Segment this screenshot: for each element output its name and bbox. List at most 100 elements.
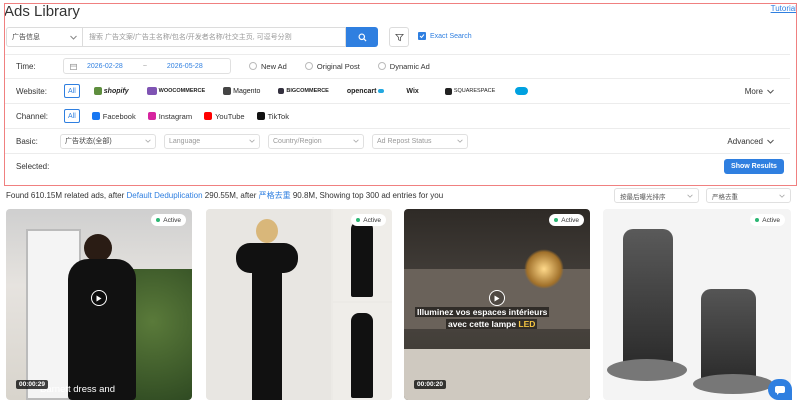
chat-support-button[interactable] (768, 379, 792, 400)
results-prefix: Found 610.15M related ads, after (6, 191, 127, 200)
channel-all-chip[interactable]: All (64, 109, 80, 123)
website-label: Website: (16, 86, 47, 96)
search-icon (357, 32, 367, 42)
ad-thumbnail-figure (701, 289, 756, 384)
original-post-label: Original Post (316, 61, 360, 71)
channel-youtube[interactable]: YouTube (204, 112, 245, 121)
search-button[interactable] (346, 27, 378, 47)
default-dedup-link[interactable]: Default Deduplication (127, 191, 203, 200)
filter-icon (394, 33, 404, 41)
ad-thumbnail-head (84, 234, 112, 262)
opencart-label: opencart (346, 87, 377, 95)
divider (5, 78, 790, 79)
search-input[interactable]: 搜索 广告文案/广告主名称/包名/开发者名称/社交主页, 可逗号分割 (83, 27, 346, 47)
language-placeholder: Language (169, 137, 201, 145)
woocommerce-icon (146, 87, 157, 95)
salesforce-icon (515, 87, 529, 95)
magento-label: Magento (233, 87, 261, 95)
strict-dedup-link[interactable]: 严格去重 (259, 191, 291, 200)
video-duration: 00:00:20 (414, 380, 447, 389)
website-squarespace[interactable]: SQUARESPACE (444, 87, 495, 95)
check-icon (419, 34, 425, 39)
bigcommerce-icon (278, 88, 285, 94)
chevron-down-icon (767, 89, 774, 94)
website-all-chip[interactable]: All (64, 84, 80, 98)
channel-row: Channel: All Facebook Instagram YouTube … (5, 108, 790, 124)
selected-row: Selected: (5, 159, 790, 174)
ad-thumbnail-dress (252, 259, 282, 400)
sort-value: 按最后曝光排序 (620, 193, 666, 201)
status-label: Active (163, 216, 181, 224)
results-summary: Found 610.15M related ads, after Default… (6, 190, 443, 201)
chevron-down-icon (779, 194, 785, 198)
ad-thumbnail-base (607, 359, 687, 381)
channel-facebook[interactable]: Facebook (91, 112, 136, 121)
chevron-down-icon (70, 35, 77, 40)
exact-search-label: Exact Search (430, 32, 472, 40)
chevron-down-icon (457, 139, 463, 143)
ad-repost-select[interactable]: Ad Repost Status (372, 133, 468, 149)
magento-icon (223, 87, 232, 95)
search-bar: 广告信息 搜索 广告文案/广告主名称/包名/开发者名称/社交主页, 可逗号分割 (6, 27, 481, 47)
status-label: Active (363, 216, 381, 224)
video-caption: Barnett dress and (40, 384, 115, 395)
wix-label: Wix (406, 87, 419, 95)
more-label: More (744, 86, 763, 96)
channel-instagram[interactable]: Instagram (147, 112, 192, 121)
status-label: Active (762, 216, 780, 224)
date-separator: ~ (142, 62, 147, 70)
active-dot-icon (755, 218, 760, 222)
website-magento[interactable]: Magento (223, 87, 260, 95)
dedup-count: 290.55M, after (202, 191, 259, 200)
play-button[interactable] (91, 290, 107, 306)
website-row: Website: All shopify WOOCOMMERCE Magento… (5, 83, 790, 99)
chevron-down-icon (145, 139, 151, 143)
search-type-select[interactable]: 广告信息 (6, 27, 83, 47)
advanced-button[interactable]: Advanced (727, 137, 774, 146)
website-more-button[interactable]: More (745, 87, 774, 96)
play-button[interactable] (489, 290, 505, 306)
time-label: Time: (16, 61, 36, 71)
tiktok-icon (256, 112, 265, 120)
date-range-picker[interactable]: 2026-02-28 ~ 2026-05-28 (63, 58, 231, 74)
ad-card[interactable]: Active (603, 209, 791, 400)
website-salesforce[interactable] (515, 87, 529, 95)
exact-search-checkbox[interactable] (418, 32, 426, 40)
play-icon (494, 295, 500, 301)
dynamic-ad-option[interactable]: Dynamic Ad (377, 61, 430, 71)
ad-card[interactable]: Active Illuminez vos espaces intérieurs … (404, 209, 590, 400)
ad-status-select[interactable]: 广告状态(全部) (60, 133, 156, 149)
channel-tiktok[interactable]: TikTok (256, 112, 289, 121)
divider (5, 103, 790, 104)
divider (5, 128, 790, 129)
play-icon (96, 295, 102, 301)
status-badge: Active (549, 214, 584, 226)
filter-button[interactable] (389, 27, 409, 47)
sort-select[interactable]: 按最后曝光排序 (614, 188, 699, 203)
radio-icon (304, 62, 313, 70)
website-wix[interactable]: Wix (406, 88, 418, 95)
instagram-icon (147, 112, 156, 120)
website-bigcommerce[interactable]: BIGCOMMERCE (278, 88, 329, 94)
website-woocommerce[interactable]: WOOCOMMERCE (146, 87, 205, 95)
website-opencart[interactable]: opencart (347, 88, 385, 95)
chevron-down-icon (767, 139, 774, 144)
dynamic-ad-label: Dynamic Ad (389, 61, 430, 71)
language-select[interactable]: Language (164, 133, 260, 149)
ad-thumbnail-dress-small (351, 221, 373, 297)
squarespace-icon (444, 87, 452, 95)
show-results-button[interactable]: Show Results (724, 159, 784, 174)
website-shopify[interactable]: shopify (93, 87, 129, 95)
exact-search-toggle[interactable]: Exact Search (418, 32, 472, 40)
ad-status-value: 广告状态(全部) (65, 138, 112, 145)
country-select[interactable]: Country/Region (268, 133, 364, 149)
active-dot-icon (356, 218, 361, 222)
ad-card[interactable]: Active Barnett dress and 00:00:29 (6, 209, 192, 400)
video-caption-line1: Illuminez vos espaces intérieurs (415, 307, 550, 317)
dedup-select[interactable]: 严格去重 (706, 188, 791, 203)
ad-thumbnail-drawer (404, 349, 590, 400)
new-ad-option[interactable]: New Ad (249, 62, 287, 71)
original-post-option[interactable]: Original Post (304, 61, 360, 71)
led-emoji-icon: LED (518, 319, 536, 329)
ad-card[interactable]: Active (206, 209, 392, 400)
